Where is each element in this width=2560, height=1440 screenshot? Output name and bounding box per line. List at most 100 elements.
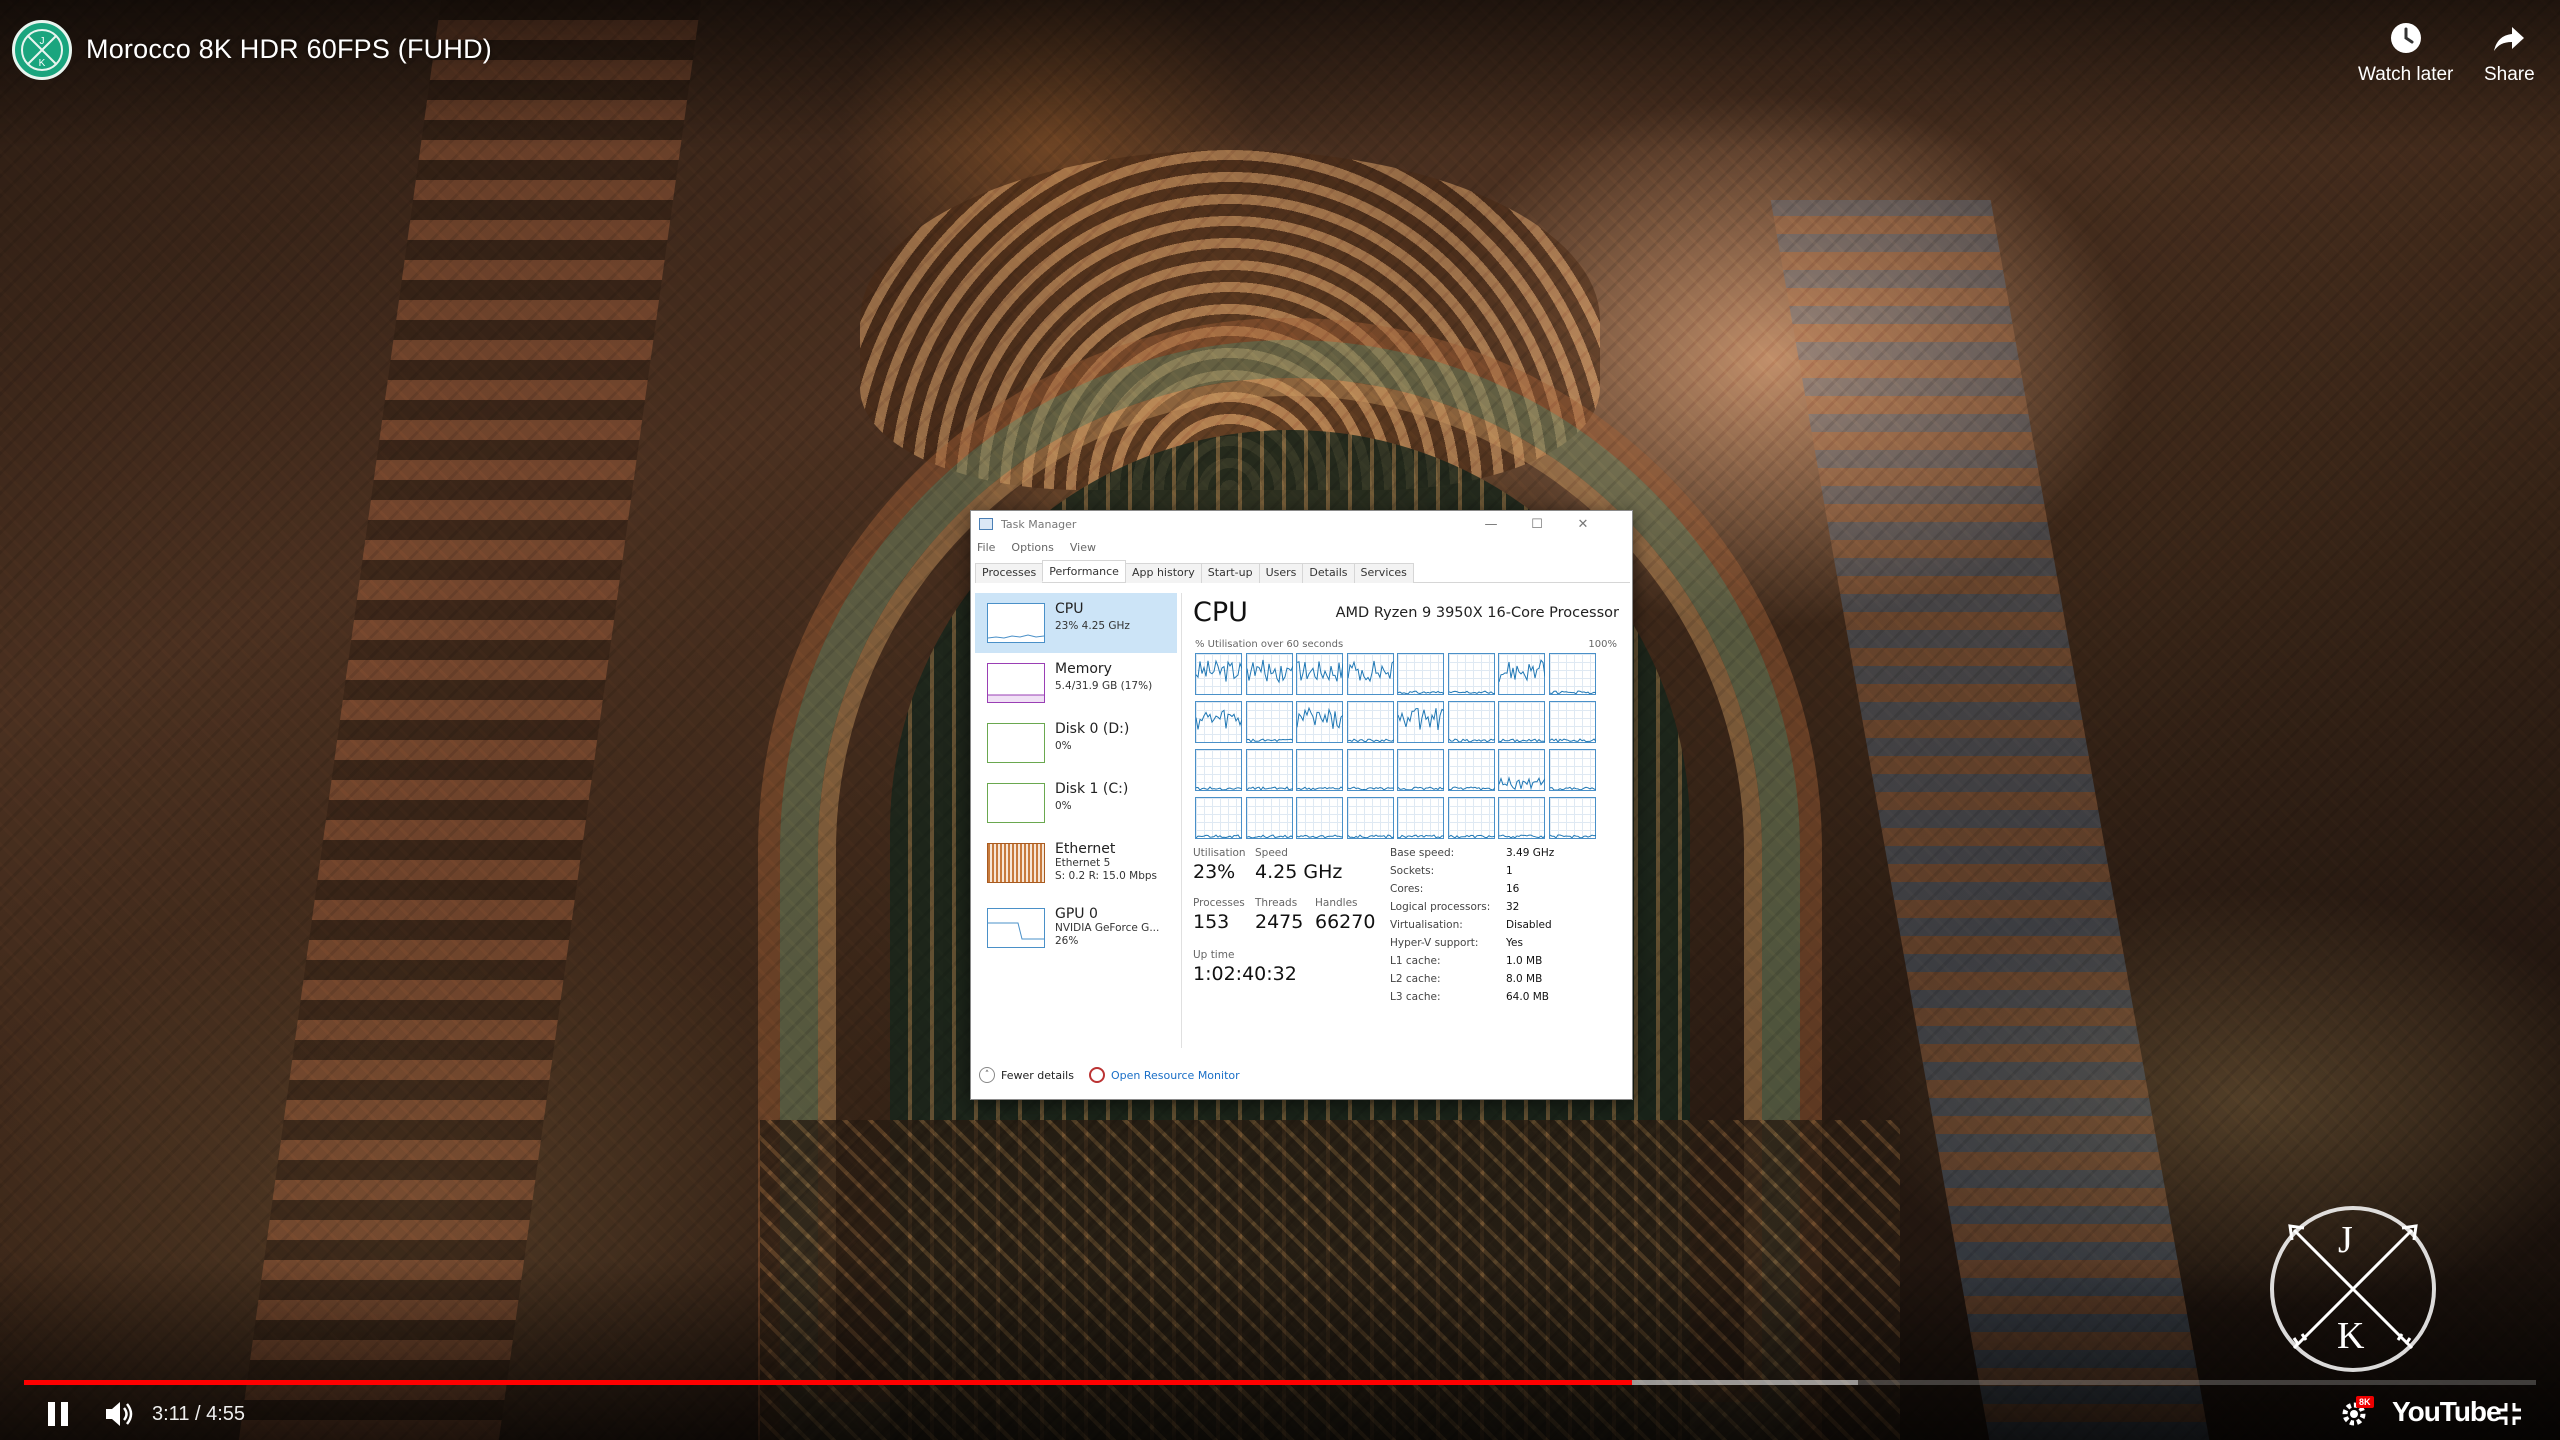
channel-avatar[interactable]: J K bbox=[12, 20, 72, 80]
processes-label: Processes bbox=[1193, 897, 1245, 909]
spec-key: Sockets: bbox=[1390, 865, 1435, 877]
sidebar-cpu-name: CPU bbox=[1055, 601, 1084, 617]
logical-processor-graph bbox=[1296, 701, 1343, 743]
tab-details[interactable]: Details bbox=[1302, 563, 1355, 583]
utilisation-line bbox=[1549, 786, 1596, 790]
utilisation-line bbox=[1196, 709, 1242, 730]
minimize-button[interactable]: — bbox=[1468, 511, 1514, 537]
time-display: 3:11 / 4:55 bbox=[152, 1403, 246, 1425]
uptime-value: 1:02:40:32 bbox=[1193, 963, 1297, 985]
handles-label: Handles bbox=[1315, 897, 1358, 909]
menu-options[interactable]: Options bbox=[1011, 541, 1053, 554]
utilisation-line bbox=[1246, 834, 1293, 838]
window-title: Task Manager bbox=[1001, 517, 1077, 531]
logical-processor-graph bbox=[1346, 701, 1394, 743]
sidebar-memory-sub: 5.4/31.9 GB (17%) bbox=[1055, 680, 1153, 692]
maximize-button[interactable]: ☐ bbox=[1514, 511, 1560, 537]
gpu-thumbnail-graph bbox=[987, 908, 1045, 948]
utilisation-line bbox=[1196, 834, 1242, 838]
tab-start-up[interactable]: Start-up bbox=[1200, 563, 1260, 583]
tab-performance[interactable]: Performance bbox=[1042, 560, 1126, 582]
utilisation-line bbox=[1549, 738, 1596, 742]
watch-later-button[interactable]: Watch later bbox=[2358, 18, 2453, 86]
sidebar-disk0-name: Disk 0 (D:) bbox=[1055, 721, 1130, 737]
tab-services[interactable]: Services bbox=[1353, 563, 1414, 583]
disk0-thumbnail-graph bbox=[987, 723, 1045, 763]
utilisation-line bbox=[1448, 786, 1495, 790]
logical-processor-graph bbox=[1548, 701, 1596, 743]
task-manager-footer: ˄ Fewer details Open Resource Monitor bbox=[971, 1057, 1632, 1097]
menu-file[interactable]: File bbox=[977, 541, 995, 554]
close-button[interactable]: ✕ bbox=[1560, 511, 1606, 537]
logical-processor-graph bbox=[1296, 653, 1343, 695]
utilisation-line bbox=[1246, 659, 1293, 684]
utilisation-line bbox=[1448, 690, 1495, 694]
uptime-label: Up time bbox=[1193, 949, 1235, 961]
fewer-details-label: Fewer details bbox=[1001, 1068, 1074, 1082]
logical-processor-graphs[interactable] bbox=[1195, 653, 1597, 843]
utilisation-line bbox=[1448, 738, 1495, 742]
logical-processor-graph bbox=[1296, 797, 1343, 839]
logical-processor-graph bbox=[1498, 701, 1545, 743]
tab-processes[interactable]: Processes bbox=[975, 563, 1044, 583]
settings-button[interactable]: 8K bbox=[2336, 1394, 2376, 1434]
youtube-logo[interactable]: YouTube bbox=[2392, 1396, 2502, 1428]
utilisation-line bbox=[1549, 690, 1596, 694]
spec-value: 16 bbox=[1506, 883, 1520, 895]
memory-thumbnail-graph bbox=[987, 663, 1045, 703]
sidebar-memory-name: Memory bbox=[1055, 661, 1112, 677]
menu-view[interactable]: View bbox=[1070, 541, 1096, 554]
utilisation-label: Utilisation bbox=[1193, 847, 1246, 859]
task-manager-window[interactable]: Task Manager — ☐ ✕ File Options View Pro… bbox=[970, 510, 1633, 1100]
exit-fullscreen-icon bbox=[2499, 1403, 2521, 1425]
bottom-gradient bbox=[0, 1260, 2560, 1440]
utilisation-line bbox=[1347, 834, 1394, 838]
spec-key: Hyper-V support: bbox=[1390, 937, 1479, 949]
progress-bar[interactable] bbox=[24, 1380, 2536, 1385]
cpu-model-name: AMD Ryzen 9 3950X 16-Core Processor bbox=[1335, 605, 1619, 621]
spec-value: 32 bbox=[1506, 901, 1520, 913]
exit-fullscreen-button[interactable] bbox=[2492, 1396, 2528, 1432]
volume-button[interactable] bbox=[98, 1396, 142, 1432]
utilisation-line bbox=[1549, 834, 1596, 838]
spec-key: L3 cache: bbox=[1390, 991, 1441, 1003]
open-resource-monitor-label: Open Resource Monitor bbox=[1111, 1068, 1240, 1082]
utilisation-line bbox=[1398, 690, 1444, 694]
utilisation-line bbox=[1448, 834, 1495, 838]
sidebar-item-gpu-0[interactable]: GPU 0 NVIDIA GeForce G... 26% bbox=[975, 898, 1177, 958]
sidebar-item-ethernet[interactable]: Ethernet Ethernet 5 S: 0.2 R: 15.0 Mbps bbox=[975, 833, 1177, 893]
logical-processor-graph bbox=[1447, 701, 1495, 743]
channel-watermark[interactable]: J K bbox=[2270, 1206, 2436, 1372]
watermark-letter-top: J bbox=[2338, 1219, 2353, 1261]
pause-button[interactable] bbox=[36, 1396, 80, 1432]
logical-processor-graph bbox=[1346, 653, 1394, 695]
svg-text:K: K bbox=[39, 58, 46, 69]
logical-processor-graph bbox=[1498, 749, 1545, 791]
sidebar-ethernet-rate: S: 0.2 R: 15.0 Mbps bbox=[1055, 870, 1158, 882]
utilisation-value: 23% bbox=[1193, 861, 1236, 883]
sidebar-item-cpu[interactable]: CPU 23% 4.25 GHz bbox=[975, 593, 1177, 653]
utilisation-line bbox=[1297, 786, 1343, 790]
utilisation-line bbox=[1297, 834, 1343, 838]
logical-processor-graph bbox=[1548, 749, 1596, 791]
performance-sidebar: CPU 23% 4.25 GHz Memory 5.4/31.9 GB (17%… bbox=[975, 593, 1177, 1048]
fewer-details-button[interactable]: ˄ Fewer details bbox=[979, 1067, 1074, 1083]
ethernet-thumbnail-graph bbox=[987, 843, 1045, 883]
logical-processor-graph bbox=[1195, 749, 1242, 791]
spec-value: 3.49 GHz bbox=[1506, 847, 1555, 859]
utilisation-line bbox=[1398, 834, 1444, 838]
utilisation-graph-label: % Utilisation over 60 seconds bbox=[1195, 639, 1344, 650]
tab-app-history[interactable]: App history bbox=[1124, 563, 1202, 583]
sidebar-item-memory[interactable]: Memory 5.4/31.9 GB (17%) bbox=[975, 653, 1177, 713]
logical-processor-graph bbox=[1346, 797, 1394, 839]
sidebar-gpu-name: GPU 0 bbox=[1055, 906, 1098, 922]
open-resource-monitor-link[interactable]: Open Resource Monitor bbox=[1089, 1067, 1240, 1083]
sidebar-item-disk-1[interactable]: Disk 1 (C:) 0% bbox=[975, 773, 1177, 833]
share-button[interactable]: Share bbox=[2484, 18, 2535, 86]
video-title[interactable]: Morocco 8K HDR 60FPS (FUHD) bbox=[86, 34, 492, 65]
spec-value: Yes bbox=[1506, 937, 1523, 949]
utilisation-line bbox=[1246, 786, 1293, 790]
sidebar-item-disk-0[interactable]: Disk 0 (D:) 0% bbox=[975, 713, 1177, 773]
sidebar-gpu-usage: 26% bbox=[1055, 935, 1079, 947]
tab-users[interactable]: Users bbox=[1258, 563, 1304, 583]
